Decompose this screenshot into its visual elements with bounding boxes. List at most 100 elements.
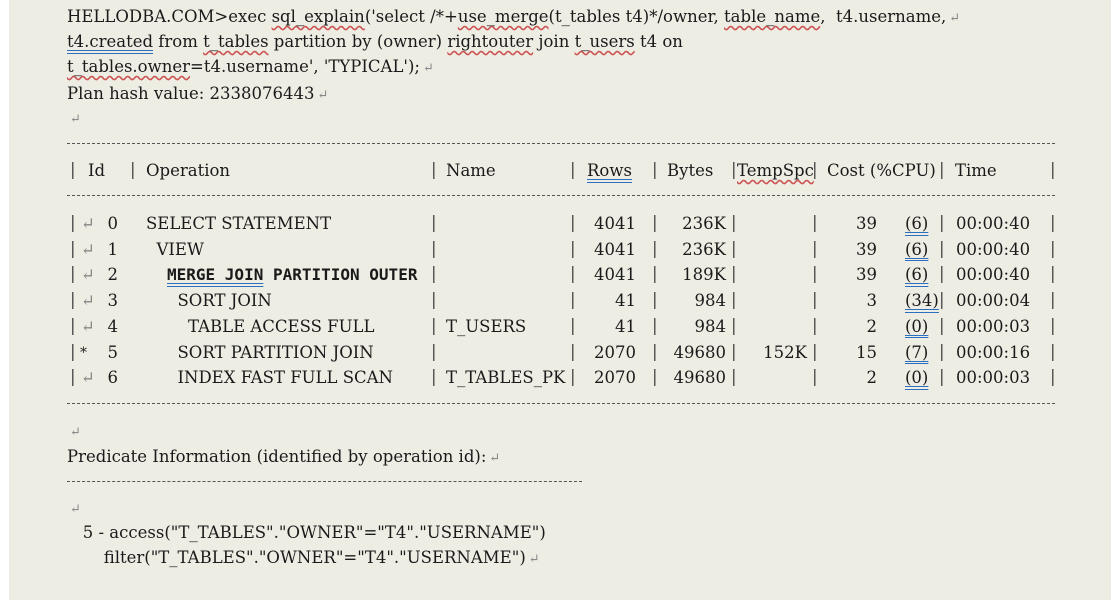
row-operation: TABLE ACCESS FULL [188, 316, 375, 336]
header-bytes: Bytes [667, 161, 714, 180]
separator-bottom [67, 403, 1055, 404]
row-tempspc: 152K [763, 342, 807, 362]
column-divider: | [812, 290, 818, 310]
row-cost: 39 [856, 239, 877, 259]
column-divider: | [652, 367, 658, 387]
row-rows: 4041 [594, 265, 636, 285]
empty-line: ↵ [67, 498, 81, 520]
column-divider: | [570, 341, 576, 361]
column-divider: | [1050, 213, 1056, 232]
predicate-line-2: filter("T_TABLES"."OWNER"="T4"."USERNAME… [67, 548, 540, 567]
column-divider: | [70, 213, 76, 232]
header-tempspc: TempSpc [737, 161, 814, 180]
header-rows: Rows [587, 161, 632, 180]
row-time: 00:00:03 [956, 368, 1031, 388]
column-divider: | [652, 160, 658, 179]
column-divider: | [570, 290, 576, 310]
row-cpu: (7) [905, 342, 929, 362]
row-operation: SORT JOIN [177, 291, 272, 311]
row-operation: INDEX FAST FULL SCAN [177, 368, 394, 388]
row-id: 3 [107, 291, 119, 311]
column-divider: | [431, 367, 437, 387]
column-divider: | [731, 315, 737, 335]
column-divider: | [70, 238, 76, 258]
plan-hash-line: Plan hash value: 2338076443 ↵ [67, 84, 329, 103]
column-divider: | [812, 160, 818, 179]
empty-line: ↵ [67, 108, 81, 130]
row-rows: 2070 [594, 342, 636, 362]
predicate-marker: * [80, 344, 87, 361]
row-name: T_TABLES_PK [446, 368, 566, 388]
header-time: Time [955, 161, 997, 180]
column-divider: | [1050, 341, 1056, 361]
row-bytes: 236K [682, 239, 726, 259]
column-divider: | [431, 213, 437, 232]
column-divider: | [812, 213, 818, 232]
column-divider: | [939, 341, 945, 361]
row-id: 5 [107, 342, 119, 362]
row-cpu: (34) [905, 291, 939, 311]
column-divider: | [812, 367, 818, 387]
column-divider: | [652, 290, 658, 310]
query-line-2: t4.created from t_tables partition by (o… [67, 32, 683, 51]
header-id: Id [88, 161, 106, 180]
column-divider: | [570, 264, 576, 284]
column-divider: | [1050, 290, 1056, 310]
column-divider: | [731, 264, 737, 284]
row-cpu: (6) [905, 265, 929, 285]
column-divider: | [652, 315, 658, 335]
row-rows: 41 [615, 316, 636, 336]
query-line-3: t_tables.owner=t4.username', 'TYPICAL');… [67, 57, 434, 76]
row-operation: VIEW [156, 239, 204, 259]
return-arrow-icon: ↵ [70, 112, 81, 127]
row-cpu: (6) [905, 214, 929, 233]
column-divider: | [431, 160, 437, 179]
row-time: 00:00:03 [956, 316, 1031, 336]
column-divider: | [1050, 238, 1056, 258]
column-divider: | [652, 238, 658, 258]
row-time: 00:00:40 [956, 214, 1031, 233]
separator-top [67, 143, 1055, 144]
return-arrow-icon: ↵ [489, 451, 501, 466]
separator-header [67, 195, 1055, 196]
column-divider: | [130, 160, 136, 179]
row-time: 00:00:40 [956, 265, 1031, 285]
return-arrow-icon: ↵ [81, 291, 95, 311]
row-time: 00:00:40 [956, 239, 1031, 259]
column-divider: | [652, 341, 658, 361]
column-divider: | [431, 264, 437, 284]
column-divider: | [570, 160, 576, 179]
return-arrow-icon: ↵ [422, 61, 434, 76]
column-divider: | [70, 315, 76, 335]
row-id: 2 [107, 265, 119, 285]
column-divider: | [1050, 264, 1056, 284]
column-divider: | [431, 290, 437, 310]
row-cpu: (6) [905, 239, 929, 259]
header-name: Name [446, 161, 496, 180]
row-operation: SELECT STATEMENT [146, 214, 332, 233]
row-id: 0 [107, 214, 119, 233]
column-divider: | [731, 367, 737, 387]
row-id: 6 [107, 368, 119, 388]
row-cpu: (0) [905, 316, 929, 336]
column-divider: | [812, 238, 818, 258]
column-divider: | [652, 264, 658, 284]
column-divider: | [939, 238, 945, 258]
row-time: 00:00:04 [956, 291, 1031, 311]
column-divider: | [570, 238, 576, 258]
row-operation: MERGE JOIN PARTITION OUTER [167, 265, 418, 285]
row-name: T_USERS [446, 316, 527, 336]
column-divider: | [812, 341, 818, 361]
column-divider: | [939, 367, 945, 387]
query-line-1: HELLODBA.COM>exec sql_explain('select /*… [67, 7, 961, 26]
predicate-title: Predicate Information (identified by ope… [67, 447, 501, 466]
return-arrow-icon: ↵ [317, 88, 329, 103]
column-divider: | [731, 341, 737, 361]
column-divider: | [731, 213, 737, 232]
row-rows: 2070 [594, 368, 636, 388]
predicate-separator [67, 481, 582, 482]
row-bytes: 189K [682, 265, 726, 285]
row-rows: 41 [615, 291, 636, 311]
row-bytes: 49680 [673, 368, 727, 388]
row-id: 4 [107, 316, 119, 336]
